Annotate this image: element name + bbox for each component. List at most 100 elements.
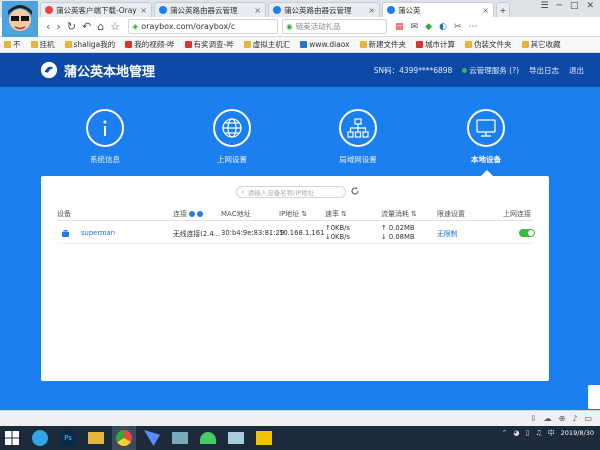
page-favicon-icon: [273, 6, 281, 14]
qq-icon[interactable]: ◕: [513, 429, 519, 437]
menu-icon[interactable]: ☰: [540, 1, 548, 11]
bookmark-item[interactable]: 挂机: [30, 39, 55, 50]
wifi-app-taskbar-icon[interactable]: [196, 426, 220, 450]
grid-icon[interactable]: ▦: [395, 22, 404, 32]
filter-icon[interactable]: [197, 210, 203, 217]
table-header: 设备 连接 MAC地址 IP地址 ⇅ 速率 ⇅ 流量消耗 ⇅ 限速设置 上网连接: [57, 207, 533, 221]
nav-system-info[interactable]: 系统信息: [70, 109, 140, 165]
sort-icon[interactable]: ⇅: [341, 210, 347, 218]
bookmark-item[interactable]: 其它收藏: [521, 39, 561, 50]
sort-icon[interactable]: ⇅: [411, 210, 417, 218]
close-tab-icon[interactable]: ×: [482, 6, 489, 15]
refresh-icon[interactable]: [350, 186, 360, 196]
bookmark-item[interactable]: 城市计算: [416, 39, 455, 50]
mail-icon[interactable]: ✉: [411, 22, 419, 32]
filter-icon[interactable]: [189, 210, 195, 217]
back-icon[interactable]: ‹: [46, 20, 50, 33]
bookmark-item[interactable]: 有奖调查-哔: [184, 39, 234, 50]
browser-tab[interactable]: 蒲公英路由器云管理 ×: [268, 2, 380, 17]
folder-taskbar-icon[interactable]: [84, 426, 108, 450]
bookmark-item[interactable]: 不: [4, 39, 21, 50]
more-icon[interactable]: ⋯: [469, 22, 478, 32]
sort-icon[interactable]: ⇅: [301, 210, 307, 218]
address-bar[interactable]: ◈ oraybox.com/oraybox/c: [128, 19, 279, 34]
export-log-link[interactable]: 导出日志: [529, 65, 559, 76]
cloud-icon[interactable]: ☁: [544, 414, 552, 423]
shield-icon[interactable]: ◆: [425, 22, 432, 32]
network-icon: [339, 109, 377, 147]
undo-icon[interactable]: ↶: [82, 20, 91, 33]
minimize-icon[interactable]: ─: [557, 1, 562, 11]
col-connection[interactable]: 连接: [173, 207, 223, 220]
close-tab-icon[interactable]: ×: [368, 6, 375, 15]
download-icon[interactable]: ⇩: [530, 414, 537, 423]
col-traffic[interactable]: 流量消耗 ⇅: [381, 207, 431, 220]
image-viewer-taskbar-icon[interactable]: [224, 426, 248, 450]
search-icon: ⌕: [241, 187, 245, 196]
home-icon[interactable]: ⌂: [97, 20, 104, 33]
zoom-icon[interactable]: ⊕: [559, 414, 566, 423]
tab-title: 蒲公英客户端下载-Oray贝锐: [56, 5, 137, 15]
col-ip[interactable]: IP地址 ⇅: [279, 207, 319, 220]
search-input[interactable]: ◉ 链美活动礼品: [282, 19, 388, 34]
jd-icon: [416, 41, 424, 48]
new-tab-button[interactable]: +: [496, 2, 510, 17]
globe-icon: [213, 109, 251, 147]
device-name-link[interactable]: superman: [81, 222, 161, 243]
user-avatar[interactable]: [2, 1, 38, 37]
bookmark-item[interactable]: www.diaox: [300, 40, 350, 49]
browser-navbar: ‹ › ↻ ↶ ⌂ ☆ ◈ oraybox.com/oraybox/c ◉ 链美…: [0, 17, 600, 37]
col-online: 上网连接: [503, 209, 531, 218]
folder-icon: [4, 41, 11, 48]
volume-icon[interactable]: ♫: [535, 429, 541, 437]
start-button[interactable]: [0, 426, 24, 450]
nav-internet-settings[interactable]: 上网设置: [197, 109, 267, 165]
forward-icon[interactable]: ›: [56, 20, 60, 33]
close-tab-icon[interactable]: ×: [140, 6, 147, 15]
bookmarks-bar: 不 挂机 shaliga我的 我的视频-哔 有奖调查-哔 虚拟主机汇 www.d…: [0, 37, 600, 53]
nav-lan-settings[interactable]: 局域网设置: [323, 109, 393, 165]
device-filter-input[interactable]: ⌕ 请输入设备名称/IP地址: [236, 186, 346, 198]
bookmark-item[interactable]: shaliga我的: [64, 39, 115, 50]
col-speed[interactable]: 速率 ⇅: [325, 207, 365, 220]
traffic-cell: ↑ 0.02MB ↓ 0.08MB: [381, 223, 415, 241]
speed-limit-link[interactable]: 无限制: [437, 222, 487, 243]
browser-taskbar-icon[interactable]: [28, 426, 52, 450]
close-tab-icon[interactable]: ×: [254, 6, 261, 15]
online-toggle[interactable]: [519, 222, 539, 243]
bookmark-item[interactable]: 我的视频-哔: [125, 39, 175, 50]
browser-tab[interactable]: 蒲公英客户端下载-Oray贝锐 ×: [40, 2, 152, 17]
layout-icon[interactable]: ▭: [584, 414, 592, 423]
folder-icon: [521, 41, 529, 48]
feishu-taskbar-icon[interactable]: [140, 426, 164, 450]
close-window-icon[interactable]: ✕: [586, 1, 594, 11]
screenshot-icon[interactable]: ✂: [454, 22, 462, 32]
feedback-tab[interactable]: [588, 385, 600, 409]
bookmark-item[interactable]: 虚拟主机汇: [243, 39, 290, 50]
cloud-service-link[interactable]: 云管理服务 (?): [462, 65, 519, 76]
device-panel: ⌕ 请输入设备名称/IP地址 设备 连接 MAC地址 IP地址 ⇅ 速率 ⇅ 流量消…: [41, 176, 549, 381]
logout-link[interactable]: 退出: [569, 65, 584, 76]
photoshop-taskbar-icon[interactable]: Ps: [56, 426, 80, 450]
ime-icon[interactable]: 中: [548, 428, 555, 438]
page-favicon-icon: [45, 6, 53, 14]
photo-taskbar-icon[interactable]: [168, 426, 192, 450]
bookmark-item[interactable]: 伪装文件夹: [465, 39, 512, 50]
chrome-taskbar-icon[interactable]: [112, 426, 136, 450]
maximize-icon[interactable]: □: [570, 1, 579, 11]
bookmark-item[interactable]: 新建文件夹: [359, 39, 406, 50]
star-icon[interactable]: ☆: [110, 20, 120, 33]
network-tray-icon[interactable]: ▯: [526, 429, 530, 437]
browser-tab-active[interactable]: 蒲公英 ×: [382, 2, 494, 17]
app-taskbar-icon[interactable]: [252, 426, 276, 450]
folder-icon: [359, 41, 367, 48]
clock[interactable]: 2019/8/30: [561, 429, 594, 437]
tray-up-icon[interactable]: ⌃: [502, 429, 508, 437]
extension-icon[interactable]: ◐: [439, 22, 447, 32]
sound-icon[interactable]: ♪: [572, 414, 577, 423]
tab-title: 蒲公英路由器云管理: [170, 5, 238, 15]
reload-icon[interactable]: ↻: [67, 20, 76, 33]
browser-tab[interactable]: 蒲公英路由器云管理 ×: [154, 2, 266, 17]
folder-icon: [30, 41, 38, 48]
nav-local-devices[interactable]: 本地设备: [451, 109, 521, 165]
